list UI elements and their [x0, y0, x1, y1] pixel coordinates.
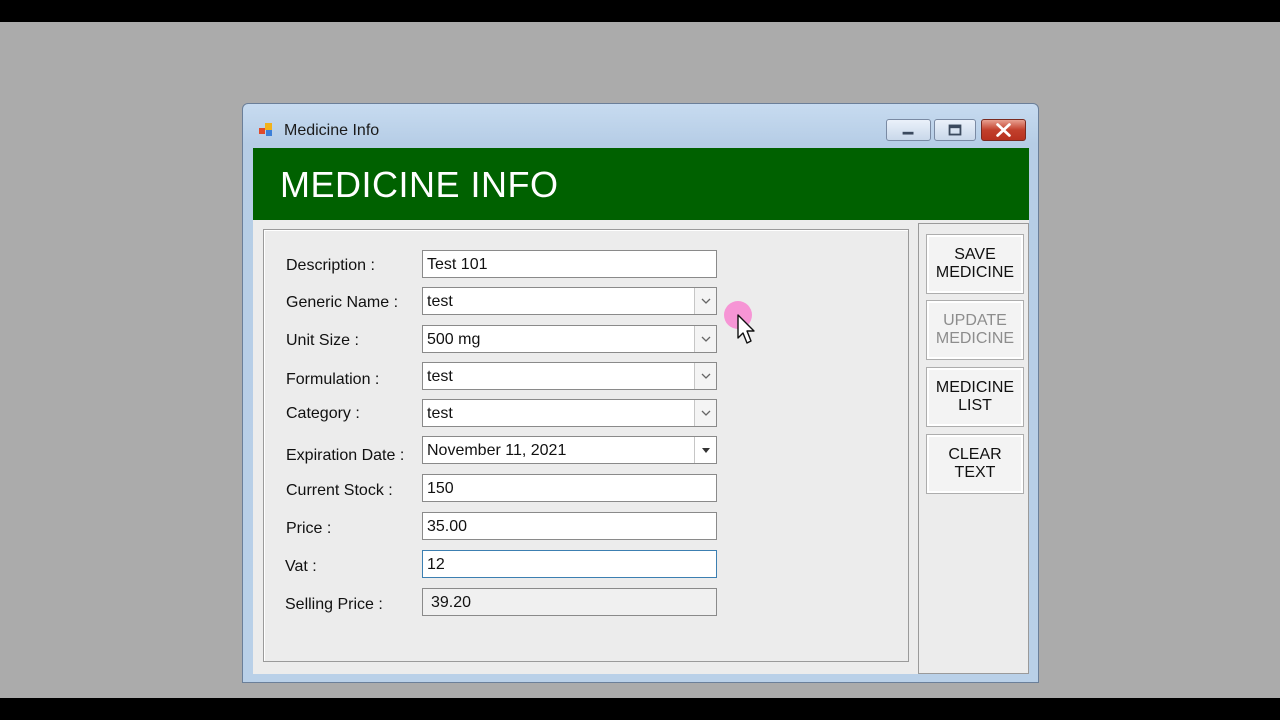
category-value: test [427, 405, 453, 422]
unit-size-value: 500 mg [427, 331, 481, 348]
mouse-cursor-icon [724, 301, 755, 344]
title-bar[interactable]: Medicine Info [243, 104, 1038, 148]
description-value: Test 101 [427, 256, 488, 273]
formulation-dropdown-button[interactable] [694, 363, 716, 389]
medicine-form-panel: Description : Test 101 Generic Name : te… [263, 229, 909, 662]
vat-value: 12 [427, 556, 445, 573]
category-label: Category : [286, 405, 360, 422]
expiration-date-value: November 11, 2021 [427, 442, 567, 459]
formulation-label: Formulation : [286, 371, 380, 388]
maximize-icon [948, 124, 962, 136]
actions-panel: SAVE MEDICINE UPDATE MEDICINE MEDICINE L… [918, 223, 1029, 674]
vat-label: Vat : [285, 558, 317, 575]
chevron-down-icon [701, 336, 711, 342]
chevron-down-icon [701, 410, 711, 416]
close-button[interactable] [981, 119, 1026, 141]
medicine-list-button[interactable]: MEDICINE LIST [926, 367, 1024, 427]
generic-name-label: Generic Name : [286, 294, 399, 311]
price-value: 35.00 [427, 518, 468, 535]
letterbox-bottom [0, 698, 1280, 720]
clear-text-button[interactable]: CLEAR TEXT [926, 434, 1024, 494]
page-title: MEDICINE INFO [280, 164, 559, 205]
price-label: Price : [286, 520, 332, 537]
current-stock-value: 150 [427, 480, 454, 497]
chevron-down-icon [701, 298, 711, 304]
app-icon [259, 123, 272, 136]
selling-price-value: 39.20 [431, 594, 472, 611]
medicine-info-window: Medicine Info MEDICINE INFO Description … [242, 103, 1039, 683]
formulation-combobox[interactable]: test [422, 362, 717, 390]
window-title: Medicine Info [284, 122, 380, 139]
price-input[interactable]: 35.00 [422, 512, 717, 540]
description-label: Description : [286, 257, 375, 274]
expiration-date-label: Expiration Date : [286, 447, 405, 464]
minimize-button[interactable] [886, 119, 931, 141]
window-client-area: MEDICINE INFO Description : Test 101 Gen… [253, 148, 1029, 674]
generic-name-combobox[interactable]: test [422, 287, 717, 315]
letterbox-top [0, 0, 1280, 22]
maximize-button[interactable] [934, 119, 976, 141]
selling-price-field: 39.20 [422, 588, 717, 616]
header-banner: MEDICINE INFO [253, 148, 1029, 220]
category-combobox[interactable]: test [422, 399, 717, 427]
vat-input[interactable]: 12 [422, 550, 717, 578]
save-medicine-button[interactable]: SAVE MEDICINE [926, 234, 1024, 294]
unit-size-dropdown-button[interactable] [694, 326, 716, 352]
close-icon [996, 123, 1011, 137]
category-dropdown-button[interactable] [694, 400, 716, 426]
generic-name-dropdown-button[interactable] [694, 288, 716, 314]
unit-size-combobox[interactable]: 500 mg [422, 325, 717, 353]
current-stock-label: Current Stock : [286, 482, 393, 499]
description-input[interactable]: Test 101 [422, 250, 717, 278]
expiration-date-picker[interactable]: November 11, 2021 [422, 436, 717, 464]
update-medicine-button[interactable]: UPDATE MEDICINE [926, 300, 1024, 360]
selling-price-label: Selling Price : [285, 596, 383, 613]
expiration-date-dropdown-button[interactable] [694, 437, 716, 463]
chevron-down-icon [701, 373, 711, 379]
minimize-icon [902, 131, 914, 135]
generic-name-value: test [427, 293, 453, 310]
unit-size-label: Unit Size : [286, 332, 359, 349]
formulation-value: test [427, 368, 453, 385]
caret-down-icon [702, 448, 710, 453]
current-stock-input[interactable]: 150 [422, 474, 717, 502]
